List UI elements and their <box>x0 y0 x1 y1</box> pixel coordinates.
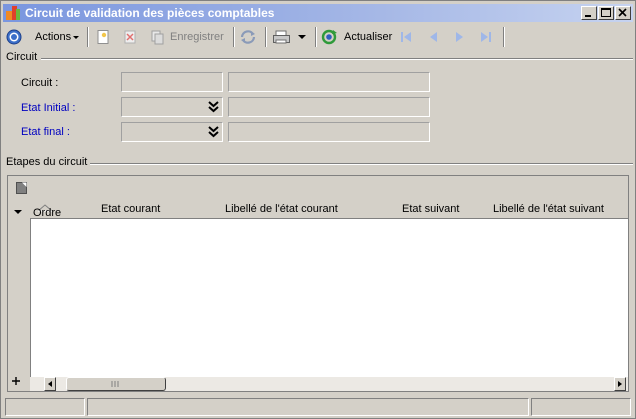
column-header-next-state-label[interactable]: Libellé de l'état suivant <box>493 203 604 215</box>
final-state-description-field[interactable] <box>228 122 430 142</box>
first-record-icon[interactable] <box>398 27 414 47</box>
circuit-code-field[interactable] <box>121 72 223 92</box>
scroll-right-button[interactable] <box>614 377 626 391</box>
main-window: Circuit de validation des pièces comptab… <box>0 0 636 419</box>
dropdown-arrow-icon <box>73 36 80 39</box>
add-row-icon[interactable] <box>11 376 21 389</box>
save-icon <box>151 30 164 45</box>
circuit-group-divider <box>41 58 633 60</box>
status-pane-2 <box>87 398 529 416</box>
refresh-button[interactable]: Actualiser <box>321 27 392 47</box>
maximize-button[interactable] <box>598 6 614 20</box>
double-chevron-down-icon[interactable] <box>206 124 221 140</box>
steps-grid[interactable]: Ordre Etat courant Libellé de l'état cou… <box>7 175 629 392</box>
grid-column-header: Ordre Etat courant Libellé de l'état cou… <box>30 199 628 219</box>
navigation-circle-icon[interactable] <box>6 27 22 47</box>
app-icon <box>6 6 20 20</box>
sync-icon[interactable] <box>239 27 257 47</box>
last-record-icon[interactable] <box>478 27 494 47</box>
previous-record-icon[interactable] <box>425 27 441 47</box>
circuit-group-title: Circuit <box>6 51 38 63</box>
double-chevron-down-icon[interactable] <box>206 99 221 115</box>
toolbar: Actions Enregistrer Actualiser <box>3 24 633 50</box>
scroll-left-button[interactable] <box>44 377 56 391</box>
scrollbar-thumb[interactable] <box>66 377 166 391</box>
horizontal-scrollbar[interactable] <box>30 377 628 391</box>
steps-group-divider <box>90 163 633 165</box>
next-record-icon[interactable] <box>452 27 468 47</box>
title-bar[interactable]: Circuit de validation des pièces comptab… <box>3 4 633 22</box>
column-header-next-state[interactable]: Etat suivant <box>402 203 459 215</box>
refresh-label: Actualiser <box>344 31 393 43</box>
initial-state-description-field[interactable] <box>228 97 430 117</box>
refresh-icon <box>321 29 337 45</box>
close-button[interactable] <box>615 6 631 20</box>
initial-state-select[interactable] <box>121 97 223 117</box>
steps-group-title: Etapes du circuit <box>6 156 88 168</box>
grid-row-selector-column <box>8 199 31 391</box>
actions-menu-button[interactable]: Actions <box>35 27 81 47</box>
print-icon[interactable] <box>272 27 292 47</box>
grid-toolbar <box>8 176 628 200</box>
status-pane-3 <box>531 398 631 416</box>
print-dropdown-arrow-icon[interactable] <box>297 27 307 47</box>
new-document-icon[interactable] <box>95 27 111 47</box>
column-header-order[interactable]: Ordre <box>33 203 61 219</box>
minimize-button[interactable] <box>581 6 597 20</box>
grid-document-icon[interactable] <box>15 181 29 198</box>
status-bar <box>3 398 633 416</box>
final-state-select[interactable] <box>121 122 223 142</box>
save-button[interactable]: Enregistrer <box>149 27 224 47</box>
circuit-description-field[interactable] <box>228 72 430 92</box>
save-label: Enregistrer <box>170 31 224 43</box>
circuit-label: Circuit : <box>21 77 59 89</box>
column-header-current-state-label[interactable]: Libellé de l'état courant <box>225 203 338 215</box>
initial-state-label[interactable]: Etat Initial : <box>21 102 75 114</box>
final-state-label[interactable]: Etat final : <box>21 126 70 138</box>
grid-menu-arrow-icon[interactable] <box>13 206 23 218</box>
actions-label: Actions <box>35 31 72 43</box>
status-pane-1 <box>5 398 85 416</box>
delete-icon[interactable] <box>122 27 138 47</box>
window-title: Circuit de validation des pièces comptab… <box>25 6 275 20</box>
column-header-current-state[interactable]: Etat courant <box>101 203 160 215</box>
